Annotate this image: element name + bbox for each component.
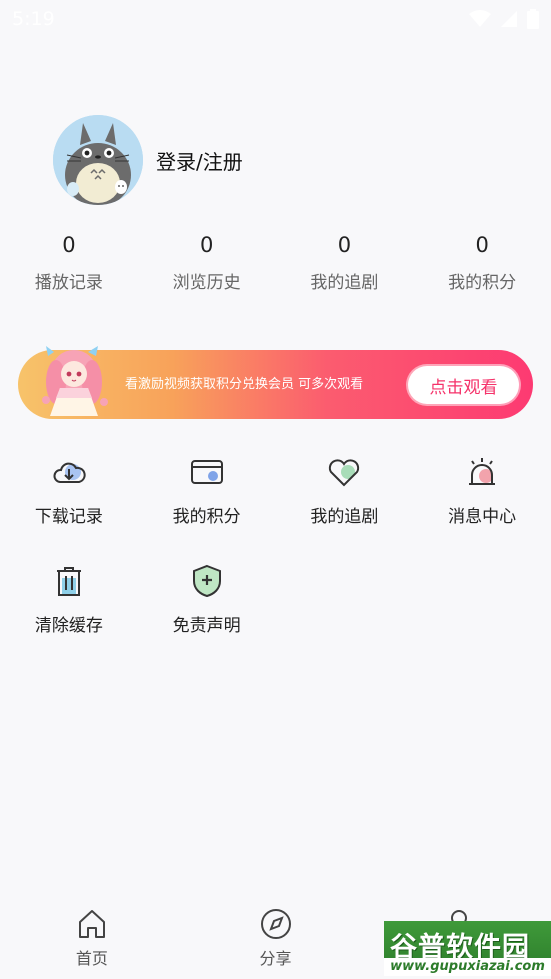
battery-icon: [527, 9, 539, 29]
tab-label: 分享: [259, 949, 292, 968]
stat-my-follows[interactable]: 0 我的追剧: [276, 230, 414, 293]
menu-label: 我的追剧: [310, 507, 379, 527]
status-icons: [469, 9, 539, 29]
tab-share[interactable]: 分享: [184, 899, 368, 979]
shield-plus-icon: [192, 564, 221, 598]
banner-text: 看激励视频获取积分兑换会员 可多次观看: [125, 377, 364, 392]
stat-value: 0: [62, 233, 76, 257]
menu-clear-cache[interactable]: 清除缓存: [0, 559, 138, 636]
heart-icon: [329, 459, 360, 487]
stat-label: 播放记录: [34, 273, 103, 293]
stat-label: 我的追剧: [310, 273, 379, 293]
stat-value: 0: [337, 233, 352, 257]
watermark-logo: 谷普软件园 www.gupuxiazai.com: [384, 921, 551, 976]
stat-play-history[interactable]: 0 播放记录: [0, 230, 138, 293]
home-icon: [78, 910, 105, 938]
tab-label: 首页: [75, 949, 108, 968]
profile-header[interactable]: 登录/注册: [53, 115, 243, 205]
status-time: 5:19: [12, 8, 55, 30]
trash-icon: [56, 567, 81, 596]
stat-browse-history[interactable]: 0 浏览历史: [138, 230, 276, 293]
watermark-url: www.gupuxiazai.com: [384, 958, 551, 976]
stat-my-points[interactable]: 0 我的积分: [413, 230, 551, 293]
card-icon: [190, 460, 223, 484]
stat-value: 0: [199, 233, 214, 257]
menu-label: 消息中心: [448, 507, 517, 527]
stat-label: 我的积分: [448, 273, 517, 293]
cloud-download-icon: [53, 462, 86, 483]
menu-message-center[interactable]: 消息中心: [413, 450, 551, 527]
wifi-icon: [469, 10, 491, 27]
menu-download-records[interactable]: 下载记录: [0, 450, 138, 527]
compass-icon: [260, 909, 291, 939]
stat-value: 0: [475, 233, 489, 257]
menu-label: 我的积分: [172, 507, 241, 527]
stats-row: 0 播放记录 0 浏览历史 0 我的追剧 0 我的积分: [0, 230, 551, 293]
menu-label: 免责声明: [172, 616, 241, 636]
signal-icon: [501, 11, 517, 27]
menu-disclaimer[interactable]: 免责声明: [138, 559, 276, 636]
alarm-bell-icon: [469, 458, 496, 485]
watch-now-button[interactable]: 点击观看: [408, 366, 519, 404]
stat-label: 浏览历史: [172, 273, 241, 293]
anime-girl-mascot: [42, 346, 108, 416]
login-register-link[interactable]: 登录/注册: [156, 146, 243, 175]
status-bar: 5:19: [0, 0, 551, 38]
menu-my-follows[interactable]: 我的追剧: [276, 450, 414, 527]
menu-my-points[interactable]: 我的积分: [138, 450, 276, 527]
reward-video-banner[interactable]: 看激励视频获取积分兑换会员 可多次观看 点击观看: [18, 346, 533, 419]
tab-home[interactable]: 首页: [0, 899, 184, 979]
menu-label: 清除缓存: [34, 616, 103, 636]
totoro-avatar[interactable]: [53, 115, 143, 205]
feature-grid: 下载记录 我的积分 我的追剧 消息中心 清除缓存 免责声明: [0, 450, 551, 636]
menu-label: 下载记录: [34, 507, 103, 527]
